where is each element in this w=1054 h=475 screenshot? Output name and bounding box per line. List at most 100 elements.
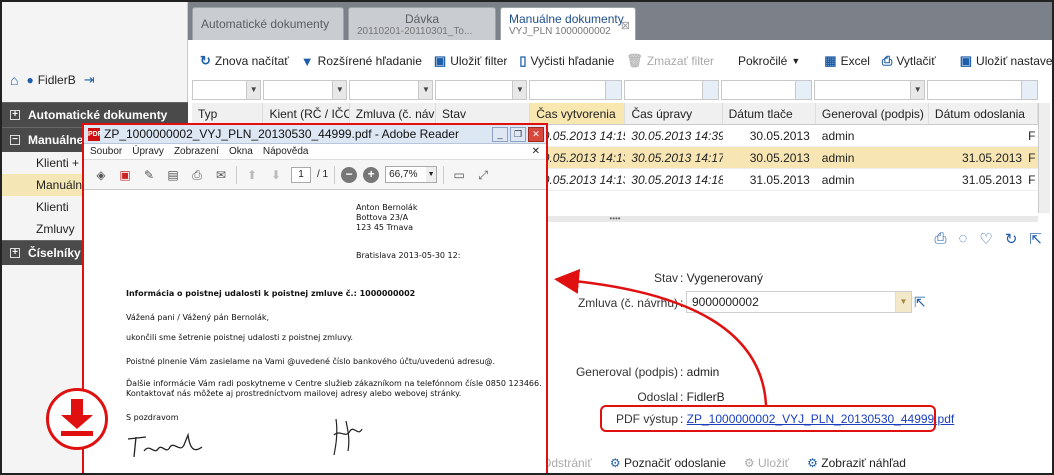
refresh-icon[interactable]: ↻: [1005, 230, 1018, 248]
save-filter-button[interactable]: ▣ Uložiť filter: [434, 53, 507, 69]
column-header-contract[interactable]: Zmluva (č. návrhu): [350, 103, 437, 124]
generated-text: admin: [686, 365, 720, 379]
fit-width-icon[interactable]: ⤢: [474, 166, 492, 184]
close-tab-icon[interactable]: ⊠: [621, 19, 630, 32]
grid-header: Typ Kient (RČ / IČO) Zmluva (č. návrhu) …: [192, 103, 1038, 125]
column-header-modified[interactable]: Čas úpravy: [625, 103, 723, 124]
tab-sublabel: VYJ_PLN 1000000002: [509, 26, 611, 37]
filter-printed[interactable]: [721, 80, 813, 100]
printer-icon[interactable]: ⎙: [188, 166, 206, 184]
column-header-generated[interactable]: Generoval (podpis): [816, 103, 929, 124]
nav-section-label: Číselníky: [28, 246, 81, 260]
contract-field[interactable]: 9000000002 ▼: [686, 291, 912, 313]
column-header-sent[interactable]: Dátum odoslania: [929, 103, 1038, 124]
tab-automatic-documents[interactable]: Automatické dokumenty: [192, 7, 344, 40]
menu-help[interactable]: Nápověda: [263, 146, 309, 157]
next-page-icon[interactable]: ⬇: [267, 166, 285, 184]
menu-view[interactable]: Zobrazení: [174, 146, 219, 157]
convert-icon[interactable]: ▣: [116, 166, 134, 184]
logout-icon[interactable]: ⇥: [84, 72, 95, 88]
printer-icon[interactable]: ⎙: [934, 230, 946, 248]
close-icon[interactable]: ✕: [528, 126, 544, 142]
fit-page-icon[interactable]: ▭: [450, 166, 468, 184]
excel-button[interactable]: ▦ Excel: [824, 53, 870, 69]
filter-sent[interactable]: [927, 80, 1038, 100]
preview-button[interactable]: ⚙ Zobraziť náhľad: [807, 456, 906, 470]
download-icon[interactable]: [46, 388, 108, 450]
mark-sent-button[interactable]: ⚙ Poznačiť odoslanie: [610, 456, 726, 470]
minimize-icon[interactable]: _: [492, 126, 508, 142]
save-icon[interactable]: ▤: [164, 166, 182, 184]
filter-contract[interactable]: ▼: [349, 80, 434, 100]
menu-edit[interactable]: Úpravy: [132, 146, 164, 157]
dropdown-icon: ▼: [418, 81, 433, 99]
filter-type[interactable]: ▼: [192, 80, 262, 100]
dropdown-icon[interactable]: ▼: [895, 292, 911, 312]
calendar-icon[interactable]: [1021, 81, 1037, 99]
cell-overflow: F: [1028, 173, 1036, 187]
advanced-menu-button[interactable]: Pokročilé ▼: [738, 54, 800, 68]
window-controls: _ ❐ ✕: [492, 126, 546, 142]
restore-icon[interactable]: ❐: [510, 126, 526, 142]
menu-file[interactable]: Soubor: [90, 146, 122, 157]
grid-scrollbar[interactable]: [1038, 103, 1050, 213]
tab-manual-documents[interactable]: Manuálne dokumenty VYJ_PLN 1000000002 ⊠: [500, 7, 636, 40]
expand-icon: +: [10, 110, 20, 120]
pdf-reader-window[interactable]: PDF ZP_1000000002_VYJ_PLN_20130530_44999…: [82, 123, 548, 473]
filter-icon: ▼: [300, 53, 314, 69]
delete-button[interactable]: Odstrániť: [542, 456, 592, 470]
filter-row: ▼ ▼ ▼ ▼ ▼: [192, 80, 1038, 102]
create-pdf-icon[interactable]: ◈: [92, 166, 110, 184]
column-header-printed[interactable]: Dátum tlače: [723, 103, 816, 124]
calendar-icon[interactable]: [795, 81, 812, 99]
filter-client[interactable]: ▼: [263, 80, 348, 100]
tab-batch[interactable]: Dávka 20110201-20110301_To...: [348, 7, 496, 40]
sender-text: FidlerB: [686, 390, 725, 404]
reload-button[interactable]: ↻ Znova načítať: [200, 53, 289, 69]
print-button[interactable]: ⎙ Vytlačiť: [882, 53, 936, 69]
calendar-icon[interactable]: [605, 81, 622, 99]
pdf-document-page: Anton Bernolák Bottova 23/A 123 45 Trnav…: [84, 191, 545, 473]
column-header-status[interactable]: Stav: [436, 103, 531, 124]
doc-paragraph-1: ukončili sme šetrenie poistnej udalosti …: [126, 333, 354, 342]
zoom-select[interactable]: 66,7% ▼: [385, 166, 438, 183]
cell-generated: admin: [821, 173, 855, 187]
external-link-icon[interactable]: ⇱: [914, 294, 926, 311]
home-icon[interactable]: ⌂: [10, 72, 18, 88]
sign-icon[interactable]: ✎: [140, 166, 158, 184]
external-link-icon[interactable]: ⇱: [1029, 230, 1042, 248]
menu-window[interactable]: Okna: [229, 146, 253, 157]
page-number-input[interactable]: 1: [291, 166, 311, 183]
user-menu[interactable]: ● FidlerB: [26, 73, 75, 87]
zoom-in-icon[interactable]: +: [363, 166, 380, 183]
clear-search-button[interactable]: ▯ Vyčisti hľadanie: [519, 53, 614, 69]
comment-icon[interactable]: ◌: [958, 230, 967, 248]
gear-icon: ⚙: [743, 456, 755, 470]
contract-value: 9000000002: [692, 295, 759, 309]
signature-right: [333, 418, 363, 456]
save-button[interactable]: ⚙ Uložiť: [744, 456, 789, 470]
filter-status[interactable]: ▼: [435, 80, 528, 100]
close-document-icon[interactable]: ✕: [532, 146, 540, 157]
filter-modified[interactable]: [624, 80, 720, 100]
cell-modified: 30.05.2013 14:39: [631, 129, 723, 143]
cell-printed: 30.05.2013: [749, 151, 810, 165]
column-header-type[interactable]: Typ: [192, 103, 264, 124]
reader-title: ZP_1000000002_VYJ_PLN_20130530_44999.pdf…: [104, 127, 459, 141]
delete-filter-button[interactable]: 🗑 Zmazať filter: [626, 53, 714, 69]
filter-created[interactable]: [529, 80, 623, 100]
calendar-icon[interactable]: [702, 81, 719, 99]
save-settings-button[interactable]: ▣Uložiť nastavenia: [959, 53, 1052, 69]
mail-icon[interactable]: ✉: [212, 166, 230, 184]
advanced-search-button[interactable]: ▼ Rozšírené hľadanie: [301, 54, 422, 69]
column-header-created[interactable]: Čas vytvorenia: [530, 103, 626, 124]
reader-titlebar[interactable]: PDF ZP_1000000002_VYJ_PLN_20130530_44999…: [84, 125, 546, 144]
zoom-out-icon[interactable]: −: [341, 166, 358, 183]
sender-label: Odoslal: [637, 390, 678, 404]
heart-icon[interactable]: ♡: [979, 230, 992, 248]
filter-generated[interactable]: ▼: [814, 80, 926, 100]
previous-page-icon[interactable]: ⬆: [243, 166, 261, 184]
column-header-client[interactable]: Kient (RČ / IČO): [263, 103, 350, 124]
status-value: : Vygenerovaný: [680, 271, 763, 285]
save-icon: ▣: [959, 53, 973, 68]
